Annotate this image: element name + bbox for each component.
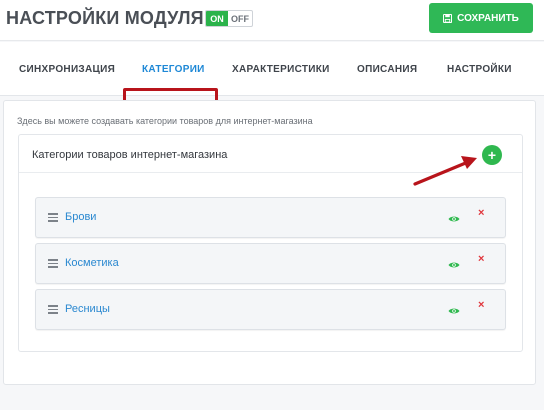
eye-icon[interactable] (448, 302, 460, 320)
eye-icon[interactable] (448, 210, 460, 228)
drag-handle-icon[interactable] (48, 259, 58, 268)
close-icon[interactable]: × (478, 207, 484, 219)
toggle-on-label: ON (206, 11, 228, 26)
toggle-off-label: OFF (231, 13, 249, 24)
close-icon[interactable]: × (478, 299, 484, 311)
category-item[interactable]: Ресницы × (35, 289, 506, 330)
save-button-label: СОХРАНИТЬ (457, 12, 519, 24)
tab-characteristics[interactable]: ХАРАКТЕРИСТИКИ (232, 64, 330, 75)
tab-descriptions[interactable]: ОПИСАНИЯ (357, 64, 417, 75)
page: НАСТРОЙКИ МОДУЛЯ ON OFF СОХРАНИТЬ СИНХРО… (0, 0, 544, 410)
plus-icon: + (487, 147, 497, 163)
page-title: НАСТРОЙКИ МОДУЛЯ (6, 8, 204, 28)
category-label[interactable]: Брови (65, 211, 96, 223)
eye-icon[interactable] (448, 256, 460, 274)
category-item[interactable]: Косметика × (35, 243, 506, 284)
tabs-bar: СИНХРОНИЗАЦИЯ КАТЕГОРИИ ХАРАКТЕРИСТИКИ О… (0, 42, 544, 135)
drag-handle-icon[interactable] (48, 213, 58, 222)
tab-settings[interactable]: НАСТРОЙКИ (447, 64, 512, 75)
add-category-button[interactable]: + (482, 145, 502, 165)
tab-synchronization[interactable]: СИНХРОНИЗАЦИЯ (19, 64, 115, 75)
category-label[interactable]: Косметика (65, 257, 119, 269)
close-icon[interactable]: × (478, 253, 484, 265)
intro-text: Здесь вы можете создавать категории това… (17, 116, 313, 126)
arrow-icon (410, 150, 482, 195)
card-title: Категории товаров интернет-магазина (32, 149, 228, 161)
save-icon (443, 13, 453, 23)
category-label[interactable]: Ресницы (65, 303, 110, 315)
save-button[interactable]: СОХРАНИТЬ (429, 3, 533, 33)
category-item[interactable]: Брови × (35, 197, 506, 238)
tab-categories[interactable]: КАТЕГОРИИ (142, 64, 205, 75)
main-panel: Здесь вы можете создавать категории това… (3, 100, 536, 385)
drag-handle-icon[interactable] (48, 305, 58, 314)
header: НАСТРОЙКИ МОДУЛЯ ON OFF СОХРАНИТЬ (0, 0, 544, 41)
module-toggle[interactable]: ON OFF (205, 10, 253, 27)
